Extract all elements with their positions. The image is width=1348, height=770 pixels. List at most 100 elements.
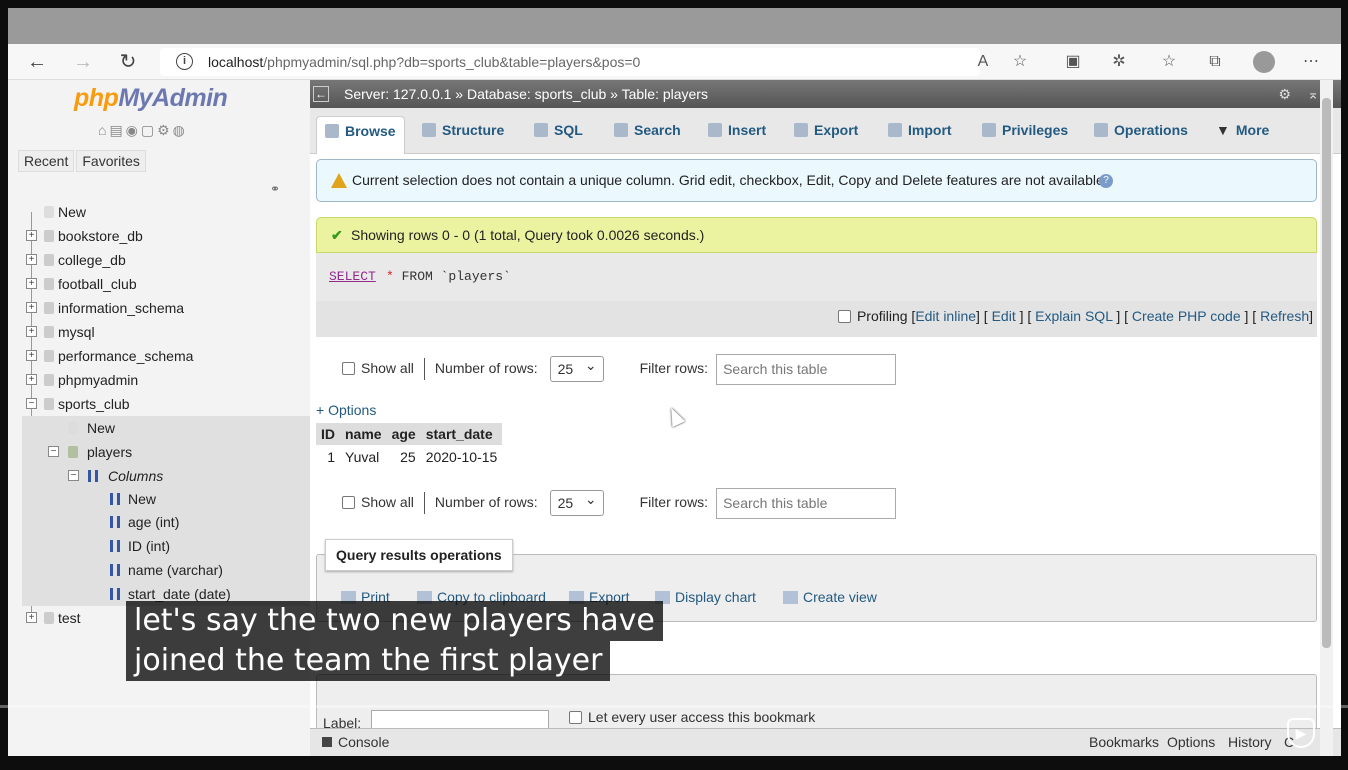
console-bookmarks-link[interactable]: Bookmarks xyxy=(1089,729,1159,755)
favorites-icon[interactable]: ☆ xyxy=(1160,53,1178,71)
show-all-checkbox[interactable] xyxy=(342,362,355,375)
filter-rows-input[interactable]: Search this table xyxy=(716,487,897,519)
address-url[interactable]: localhost/phpmyadmin/sql.php?db=sports_c… xyxy=(208,54,640,70)
video-play-icon[interactable]: ▶ xyxy=(1287,718,1315,748)
expand-icon[interactable]: + xyxy=(26,326,37,337)
tree-item-phpmyadmin[interactable]: + phpmyadmin xyxy=(22,368,310,392)
tree-item-column-id[interactable]: ID (int) xyxy=(22,534,310,558)
structure-icon xyxy=(422,123,436,137)
recent-tab[interactable]: Recent xyxy=(18,150,75,172)
collapse-icon[interactable]: − xyxy=(48,446,59,457)
page-scrollbar[interactable] xyxy=(1320,80,1333,756)
tree-item-players[interactable]: − players xyxy=(22,440,310,464)
address-bar[interactable]: i localhost/phpmyadmin/sql.php?db=sports… xyxy=(160,48,980,76)
settings-gear-icon[interactable]: ⚙ xyxy=(1278,80,1291,108)
breadcrumb-server[interactable]: Server: 127.0.0.1 » xyxy=(344,86,463,102)
console-bar[interactable]: Console Bookmarks Options History C xyxy=(310,728,1341,756)
link-icon[interactable]: ⚭ xyxy=(270,182,280,196)
tab-privileges[interactable]: Privileges xyxy=(982,116,1068,154)
tree-item-column-new[interactable]: New xyxy=(22,488,310,510)
reload-icon[interactable]: ↻ xyxy=(115,50,141,74)
rows-select[interactable]: 25 xyxy=(549,487,604,517)
favorites-tab[interactable]: Favorites xyxy=(76,150,146,172)
breadcrumb-database[interactable]: Database: sports_club » xyxy=(467,86,618,102)
tab-more[interactable]: ▼ More xyxy=(1216,116,1269,154)
tab-insert[interactable]: Insert xyxy=(708,116,766,154)
display-chart-link[interactable]: Display chart xyxy=(655,589,756,605)
tree-item-bookstore_db[interactable]: + bookstore_db xyxy=(22,224,310,248)
extension-icon[interactable]: ▣ xyxy=(1064,53,1082,71)
tree-item-column-age[interactable]: age (int) xyxy=(22,510,310,534)
read-aloud-icon[interactable]: A xyxy=(974,53,992,71)
more-menu-icon[interactable]: ⋯ xyxy=(1302,53,1320,71)
phpmyadmin-logo[interactable]: phpMyAdmin xyxy=(74,84,228,113)
expand-icon[interactable]: + xyxy=(26,278,37,289)
show-all-checkbox[interactable] xyxy=(342,496,355,509)
tree-item-new[interactable]: New xyxy=(22,200,310,224)
console-label[interactable]: Console xyxy=(338,729,389,755)
expand-icon[interactable]: + xyxy=(26,374,37,385)
bookmark-public-option[interactable]: Let every user access this bookmark xyxy=(569,709,815,725)
collapse-nav-icon[interactable]: ← xyxy=(313,86,329,102)
tab-search[interactable]: Search xyxy=(614,116,681,154)
tree-item-information_schema[interactable]: + information_schema xyxy=(22,296,310,320)
tab-export[interactable]: Export xyxy=(794,116,858,154)
explain-sql-link[interactable]: Explain SQL xyxy=(1035,308,1112,324)
tree-item-college_db[interactable]: + college_db xyxy=(22,248,310,272)
back-icon[interactable]: ← xyxy=(24,50,50,74)
tree-item-table-new[interactable]: New xyxy=(22,416,310,440)
bookmark-public-checkbox[interactable] xyxy=(569,711,582,724)
column-header[interactable]: age xyxy=(386,423,421,445)
expand-icon[interactable]: + xyxy=(26,612,37,623)
edit-inline-link[interactable]: Edit inline xyxy=(915,308,976,324)
tree-item-football_club[interactable]: + football_club xyxy=(22,272,310,296)
collapse-icon[interactable]: − xyxy=(26,398,37,409)
tab-browse[interactable]: Browse xyxy=(316,116,405,154)
filter-rows-input[interactable]: Search this table xyxy=(716,353,897,385)
tree-item-performance_schema[interactable]: + performance_schema xyxy=(22,344,310,368)
edit-link[interactable]: Edit xyxy=(992,308,1016,324)
expand-icon[interactable]: + xyxy=(26,302,37,313)
console-history-link[interactable]: History xyxy=(1228,729,1272,755)
puzzle-icon[interactable]: ✲ xyxy=(1110,53,1128,71)
expand-icon[interactable]: + xyxy=(26,254,37,265)
tab-label: Privileges xyxy=(1002,122,1069,138)
nav-shortcut-icons[interactable]: ⌂▤◉▢⚙◍ xyxy=(98,122,188,139)
console-options-link[interactable]: Options xyxy=(1167,729,1215,755)
create-view-link[interactable]: Create view xyxy=(783,589,877,605)
tree-item-columns[interactable]: − Columns xyxy=(22,464,310,488)
tree-label: college_db xyxy=(58,252,126,268)
collapse-icon[interactable]: − xyxy=(68,470,79,481)
profiling-checkbox[interactable] xyxy=(837,310,851,323)
tree-item-column-name[interactable]: name (varchar) xyxy=(22,558,310,582)
database-icon xyxy=(44,374,54,386)
breadcrumb-table[interactable]: Table: players xyxy=(622,86,708,102)
help-icon[interactable]: ? xyxy=(1099,174,1113,188)
refresh-link[interactable]: Refresh xyxy=(1260,308,1309,324)
favorite-star-icon[interactable]: ☆ xyxy=(1011,53,1029,71)
expand-icon[interactable]: + xyxy=(26,350,37,361)
bookmark-label-input[interactable] xyxy=(371,710,549,730)
expand-icon[interactable]: + xyxy=(26,230,37,241)
scroll-top-icon[interactable]: ⌅ xyxy=(1307,80,1319,108)
collections-icon[interactable]: ⧉ xyxy=(1206,53,1224,71)
tab-operations[interactable]: Operations xyxy=(1094,116,1188,154)
profile-avatar[interactable] xyxy=(1253,51,1275,73)
tree-item-sports_club[interactable]: − sports_club xyxy=(22,392,310,416)
site-info-icon[interactable]: i xyxy=(176,53,193,70)
column-header[interactable]: name xyxy=(340,423,387,445)
create-php-code-link[interactable]: Create PHP code xyxy=(1132,308,1241,324)
rows-select[interactable]: 25 xyxy=(549,353,604,383)
options-link[interactable]: + Options xyxy=(316,402,376,418)
forward-icon[interactable]: → xyxy=(70,50,96,74)
scrollbar-thumb[interactable] xyxy=(1322,98,1331,648)
tree-item-mysql[interactable]: + mysql xyxy=(22,320,310,344)
tab-sql[interactable]: SQL xyxy=(534,116,583,154)
column-header[interactable]: start_date xyxy=(420,423,503,445)
video-progress-bar[interactable] xyxy=(0,705,1348,708)
tree-label: New xyxy=(58,204,87,220)
sql-keyword[interactable]: SELECT xyxy=(329,253,376,301)
tab-import[interactable]: Import xyxy=(888,116,952,154)
tab-structure[interactable]: Structure xyxy=(422,116,504,154)
column-header[interactable]: ID xyxy=(316,423,340,445)
